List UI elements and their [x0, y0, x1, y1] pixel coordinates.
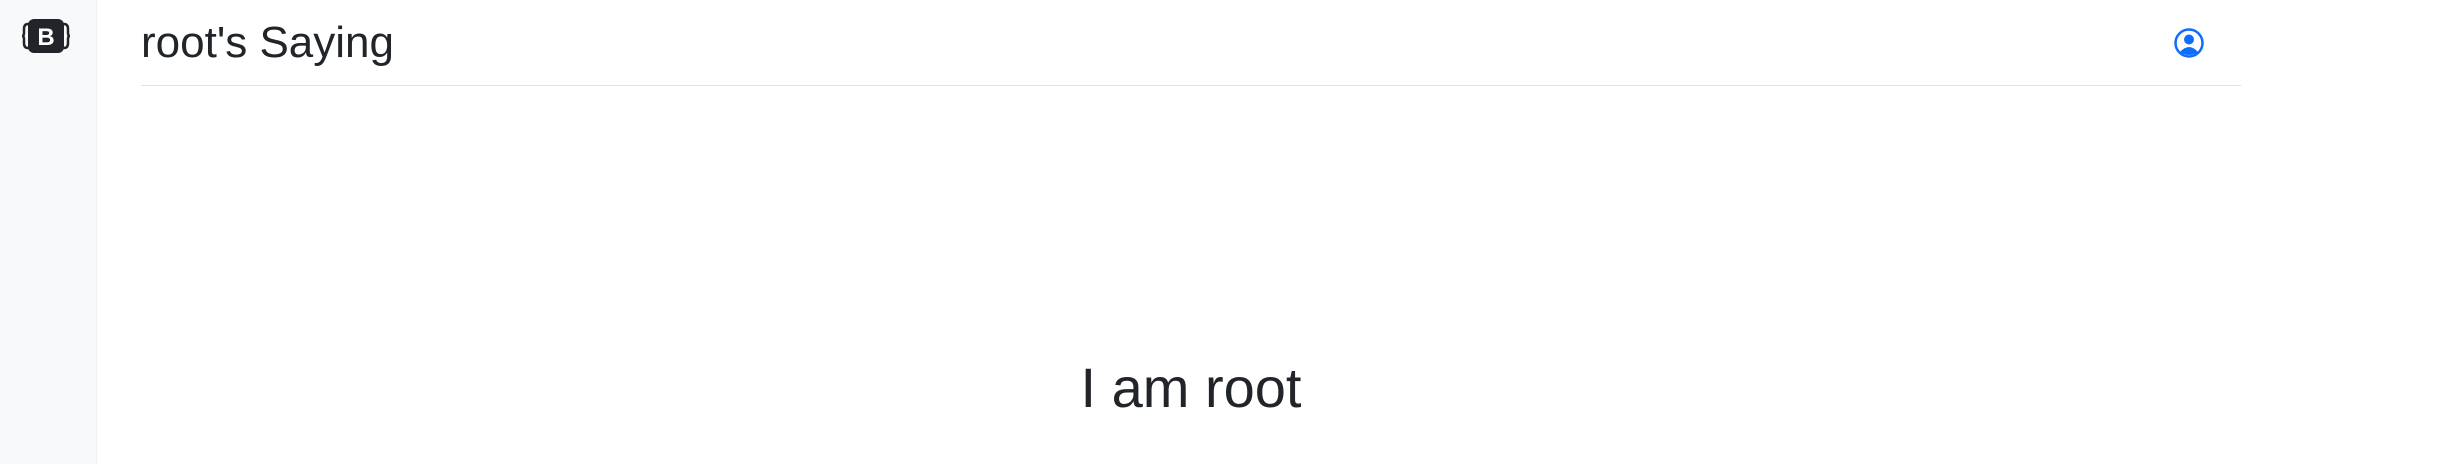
saying-content: I am root [141, 86, 2241, 464]
app: B root's Saying I am root [0, 0, 2451, 464]
main-area: root's Saying I am root [97, 0, 2451, 464]
profile-button[interactable] [2173, 27, 2205, 59]
sidebar: B [0, 0, 97, 464]
page-title: root's Saying [141, 18, 394, 67]
page-header: root's Saying [141, 0, 2241, 86]
person-circle-icon [2174, 28, 2204, 58]
saying-text: I am root [1080, 356, 1302, 419]
bootstrap-logo-icon: B [22, 19, 70, 53]
brand-letter: B [37, 24, 54, 51]
brand-logo-link[interactable]: B [22, 16, 70, 56]
